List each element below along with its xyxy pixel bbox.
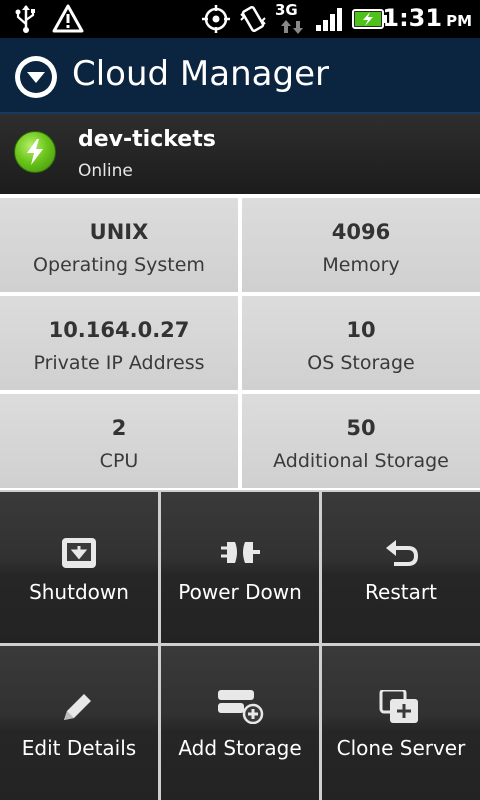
server-action-grid: Shutdown Power Down Restart Edit Details [0,490,480,800]
info-value: 10.164.0.27 [48,318,190,342]
action-label: Shutdown [29,580,129,604]
action-label: Add Storage [178,736,302,760]
info-cell-private-ip: 10.164.0.27 Private IP Address [0,296,238,390]
power-down-button[interactable]: Power Down [161,492,319,643]
info-label: Private IP Address [33,352,205,374]
info-label: CPU [99,450,139,472]
server-status: Online [78,161,133,181]
clock-time: 1:31 [382,4,443,32]
info-cell-os-storage: 10 OS Storage [242,296,480,390]
gps-icon [202,5,230,33]
action-label: Clone Server [336,736,466,760]
info-value: 50 [346,416,376,440]
info-label: Operating System [33,254,205,276]
action-label: Power Down [178,580,302,604]
info-value: 10 [346,318,376,342]
restart-icon [386,540,419,566]
info-cell-additional-storage: 50 Additional Storage [242,394,480,488]
online-status-icon [14,131,56,173]
app-title: Cloud Manager [72,54,329,94]
server-name: dev-tickets [78,127,216,152]
clone-server-button[interactable]: Clone Server [322,646,480,800]
info-label: OS Storage [307,352,415,374]
clone-icon [379,690,418,723]
edit-details-button[interactable]: Edit Details [0,646,158,800]
clock-ampm: PM [446,12,472,30]
network-type: 3G [275,1,298,19]
info-value: 2 [111,416,127,440]
status-bar: 3G 1:31 PM [0,0,480,38]
app-title-bar: Cloud Manager [0,38,480,114]
action-label: Edit Details [21,736,137,760]
info-cell-cpu: 2 CPU [0,394,238,488]
shutdown-button[interactable]: Shutdown [0,492,158,643]
info-cell-memory: 4096 Memory [242,198,480,292]
add-storage-button[interactable]: Add Storage [161,646,319,800]
data-arrows-icon [281,20,303,34]
info-cell-os: UNIX Operating System [0,198,238,292]
power-plug-icon [221,542,260,563]
clock: 1:31 PM [382,4,472,32]
add-storage-icon [218,690,264,724]
pencil-icon [64,694,91,720]
action-label: Restart [365,580,437,604]
info-value: 4096 [331,220,391,244]
warning-icon [52,4,84,33]
restart-button[interactable]: Restart [322,492,480,643]
info-value: UNIX [89,220,149,244]
info-label: Memory [322,254,400,276]
vibrate-icon [240,5,266,33]
server-header: dev-tickets Online [0,114,480,194]
info-label: Additional Storage [273,450,449,472]
signal-icon [316,8,342,31]
dropdown-menu-icon[interactable] [15,56,57,98]
shutdown-icon [62,538,96,568]
server-info-grid: UNIX Operating System 4096 Memory 10.164… [0,194,480,490]
usb-icon [15,5,35,33]
